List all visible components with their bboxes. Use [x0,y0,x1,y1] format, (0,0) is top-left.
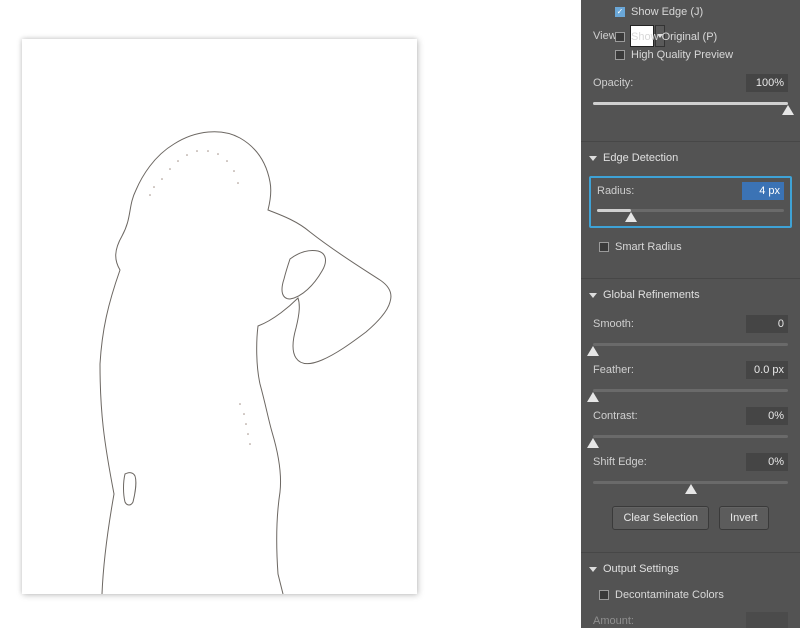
shift-edge-label: Shift Edge: [593,456,647,468]
decontaminate-row: Decontaminate Colors [581,583,800,604]
opacity-row: Opacity: 100% [581,64,800,95]
clear-selection-button[interactable]: Clear Selection [612,506,709,530]
edge-detection-title: Edge Detection [603,152,678,164]
radius-label: Radius: [597,185,634,197]
smooth-label: Smooth: [593,318,634,330]
contrast-row: Contrast: 0% [581,404,800,428]
contrast-label: Contrast: [593,410,638,422]
high-quality-checkbox[interactable] [615,50,625,60]
radius-value[interactable]: 4 px [742,182,784,200]
show-original-checkbox[interactable] [615,32,625,42]
smooth-value[interactable]: 0 [746,315,788,333]
opacity-slider[interactable] [593,97,788,111]
feather-slider[interactable] [593,384,788,398]
smooth-row: Smooth: 0 [581,309,800,336]
opacity-label: Opacity: [593,77,633,89]
feather-row: Feather: 0.0 px [581,358,800,382]
chevron-down-icon [589,154,597,162]
high-quality-row: High Quality Preview [581,46,800,64]
show-original-label: Show Original (P) [631,31,717,43]
radius-slider[interactable] [597,204,784,218]
radius-highlight-group: Radius: 4 px [589,176,792,228]
edge-detection-header[interactable]: Edge Detection [581,142,800,172]
global-refinements-header[interactable]: Global Refinements [581,279,800,309]
chevron-down-icon [589,565,597,573]
global-refinements-title: Global Refinements [603,289,700,301]
shift-edge-slider[interactable] [593,476,788,490]
output-settings-header[interactable]: Output Settings [581,553,800,583]
decontaminate-checkbox[interactable] [599,590,609,600]
refine-edge-panel: Show Edge (J) View: Show Original (P) Hi… [581,0,800,628]
show-edge-checkbox[interactable] [615,7,625,17]
smart-radius-row: Smart Radius [581,238,800,256]
shift-edge-value[interactable]: 0% [746,453,788,471]
radius-row: Radius: 4 px [595,182,786,200]
selection-edge-outline [22,39,417,594]
output-settings-title: Output Settings [603,563,679,575]
canvas-preview[interactable] [22,39,417,594]
chevron-down-icon [589,291,597,299]
contrast-slider[interactable] [593,430,788,444]
show-edge-row: Show Edge (J) [581,3,800,21]
amount-label: Amount: [593,615,634,627]
amount-row: Amount: [581,604,800,628]
smart-radius-checkbox[interactable] [599,242,609,252]
opacity-value[interactable]: 100% [746,74,788,92]
smart-radius-label: Smart Radius [615,241,682,253]
smooth-slider[interactable] [593,338,788,352]
invert-button[interactable]: Invert [719,506,769,530]
refinement-buttons: Clear Selection Invert [581,496,800,536]
high-quality-label: High Quality Preview [631,49,733,61]
decontaminate-label: Decontaminate Colors [615,589,724,601]
feather-value[interactable]: 0.0 px [746,361,788,379]
feather-label: Feather: [593,364,634,376]
canvas-area [0,0,581,628]
shift-edge-row: Shift Edge: 0% [581,450,800,474]
amount-value [746,612,788,628]
show-edge-label: Show Edge (J) [631,6,703,18]
contrast-value[interactable]: 0% [746,407,788,425]
